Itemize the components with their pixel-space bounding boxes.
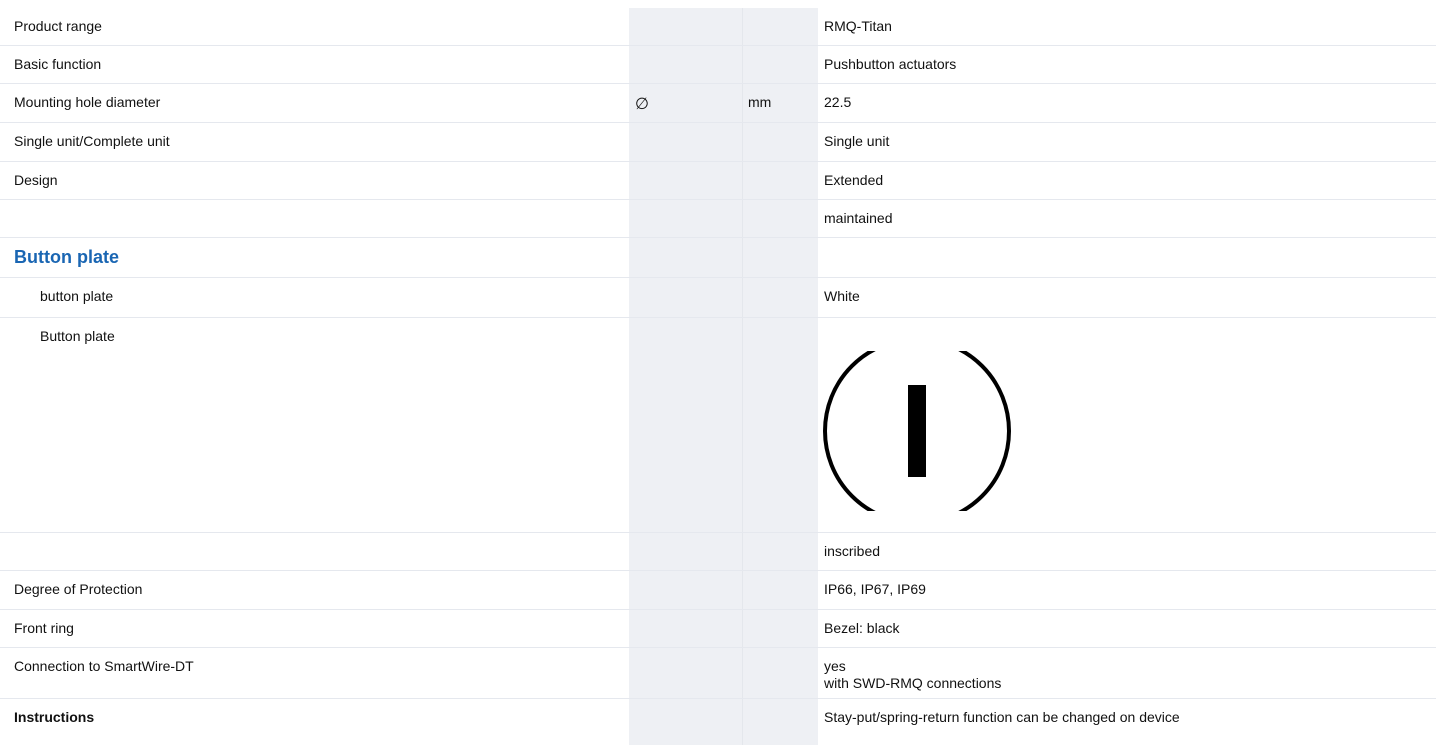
row-unit	[742, 46, 818, 83]
row-value: Single unit	[824, 133, 890, 149]
row-symbol	[629, 123, 742, 161]
row-label: button plate	[40, 288, 114, 304]
table-row: Single unit/Complete unit Single unit	[0, 123, 1436, 162]
value-line: yes	[824, 658, 846, 674]
row-label: Mounting hole diameter	[14, 94, 161, 110]
row-label: Single unit/Complete unit	[14, 133, 170, 149]
table-row: maintained	[0, 200, 1436, 238]
row-label: Front ring	[14, 620, 74, 636]
row-value: White	[824, 288, 860, 304]
row-value: 22.5	[824, 94, 852, 110]
row-value: inscribed	[824, 543, 881, 559]
row-unit	[742, 8, 818, 45]
row-value: RMQ-Titan	[824, 18, 892, 34]
row-label: Product range	[14, 18, 102, 34]
row-value: maintained	[824, 210, 893, 226]
spec-table: Product range RMQ-Titan Basic function P…	[0, 8, 1436, 736]
row-unit: mm	[748, 94, 772, 110]
row-symbol	[629, 162, 742, 199]
table-row: Connection to SmartWire-DT yes with SWD-…	[0, 648, 1436, 699]
row-unit	[742, 123, 818, 161]
row-value: Pushbutton actuators	[824, 56, 957, 72]
row-value: yes with SWD-RMQ connections	[818, 648, 1436, 698]
row-label: Design	[14, 172, 58, 188]
row-symbol	[629, 200, 742, 237]
section-title: Button plate	[14, 247, 119, 267]
table-row: Degree of Protection IP66, IP67, IP69	[0, 571, 1436, 610]
table-row: Mounting hole diameter ∅ mm 22.5	[0, 84, 1436, 123]
value-line: with SWD-RMQ connections	[824, 675, 1002, 691]
row-unit	[742, 162, 818, 199]
table-row: button plate White	[0, 278, 1436, 318]
row-label: Degree of Protection	[14, 581, 143, 597]
row-label	[0, 533, 629, 570]
row-label: Instructions	[14, 709, 95, 725]
table-row: Button plate	[0, 318, 1436, 533]
row-value: Extended	[824, 172, 884, 188]
table-row: Instructions Stay-put/spring-return func…	[0, 699, 1436, 736]
table-row: inscribed	[0, 533, 1436, 571]
row-label: Basic function	[14, 56, 102, 72]
row-value: IP66, IP67, IP69	[824, 581, 926, 597]
table-row: Front ring Bezel: black	[0, 610, 1436, 648]
row-value: Stay-put/spring-return function can be c…	[824, 709, 1180, 725]
row-unit	[742, 200, 818, 237]
row-label: Connection to SmartWire-DT	[14, 658, 194, 674]
power-on-I-symbol-icon	[823, 351, 1011, 511]
row-symbol	[629, 8, 742, 45]
diameter-symbol: ∅	[635, 96, 649, 113]
row-label: Button plate	[40, 328, 115, 344]
row-value: Bezel: black	[824, 620, 900, 636]
row-symbol	[629, 46, 742, 83]
row-label	[0, 200, 629, 237]
table-row: Product range RMQ-Titan	[0, 8, 1436, 46]
section-row: Button plate	[0, 238, 1436, 278]
table-row: Basic function Pushbutton actuators	[0, 46, 1436, 84]
table-row: Design Extended	[0, 162, 1436, 200]
